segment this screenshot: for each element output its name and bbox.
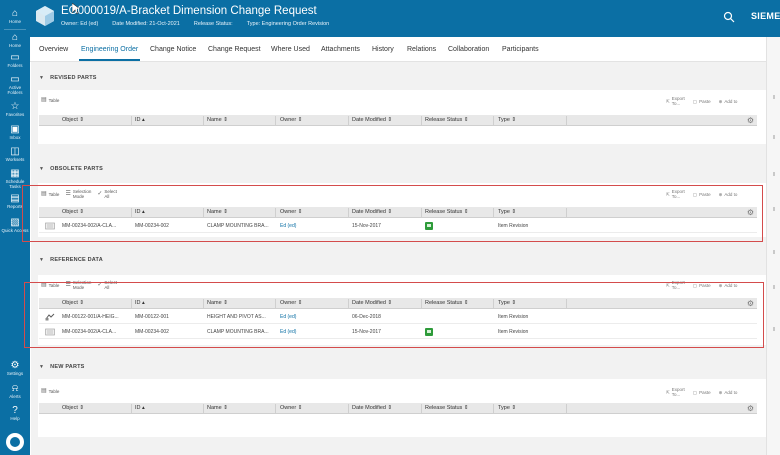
nav-divider [4,29,26,30]
tab-where-used[interactable]: Where Used [271,46,310,53]
table-view-button[interactable]: ▤ Table [41,388,59,394]
table-icon: ▤ [41,388,47,394]
column-type[interactable]: Type ⇕ [498,117,516,123]
star-icon: ☆ [10,101,20,112]
tab-collaboration[interactable]: Collaboration [448,46,489,53]
column-id[interactable]: ID ▴ [135,117,145,123]
home-icon: ⌂ [11,8,19,19]
tab-relations[interactable]: Relations [407,46,436,53]
owner-meta: Owner: Ed (ed) [61,21,99,27]
add-icon: ⊕ [718,98,723,104]
column-id[interactable]: ID ▴ [135,405,145,411]
column-name[interactable]: Name ⇕ [207,117,228,123]
workset-icon: ◫ [10,146,20,157]
bell-icon: ⍾ [11,383,19,394]
avatar[interactable] [6,433,24,451]
highlight-box [22,185,763,242]
tab-overview[interactable]: Overview [39,46,68,53]
tab-bar: Overview Engineering Order Change Notice… [30,37,766,62]
export-icon: ⇱ [666,98,670,104]
new-toolbar: ▤ Table [41,388,59,394]
section-reference-data-header[interactable]: ▼ REFERENCE DATA [39,257,103,263]
inbox-icon: ▣ [10,124,20,135]
export-button[interactable]: ⇱ Export To... [666,96,685,106]
column-settings-gear-icon[interactable]: ⚙ [747,404,754,413]
revised-parts-panel: ▤ Table ⇱ Export To... ▢ Paste ⊕ Add to Obje… [38,90,766,144]
table-view-button[interactable]: ▤ Table [41,97,59,103]
revised-toolbar-right: ⇱ Export To... ▢ Paste ⊕ Add to [666,96,737,106]
tab-participants[interactable]: Participants [502,46,539,53]
chevron-down-icon: ▼ [39,75,45,81]
paste-icon: ▢ [692,389,698,395]
tab-change-notice[interactable]: Change Notice [150,46,196,53]
revised-table-header: Object ⇕ ID ▴ Name ⇕ Owner ⇕ Date Modifi… [39,115,757,126]
nav-item-active-folders[interactable]: ▭ Active Folders [0,74,30,102]
right-rail[interactable] [766,37,780,455]
tab-change-request[interactable]: Change Request [208,46,261,53]
paste-button[interactable]: ▢ Paste [693,390,711,395]
nav-item-help[interactable]: ? Help [0,405,30,433]
tab-history[interactable]: History [372,46,394,53]
add-to-button[interactable]: ⊕ Add to [719,390,738,395]
chevron-down-icon: ▼ [39,257,45,263]
paste-button[interactable]: ▢ Paste [693,99,711,104]
column-owner[interactable]: Owner ⇕ [280,405,302,411]
page-header: EO000019/A-Bracket Dimension Change Requ… [30,0,780,37]
date-modified-meta: Date Modified: 21-Oct-2021 [112,21,180,27]
new-parts-panel: ▤ Table ⇱ Export To... ▢ Paste ⊕ Add to Obje… [38,379,766,437]
section-new-parts-header[interactable]: ▼ NEW PARTS [39,364,85,370]
column-object[interactable]: Object ⇕ [62,405,84,411]
tab-attachments[interactable]: Attachments [321,46,360,53]
new-toolbar-right: ⇱ Export To... ▢ Paste ⊕ Add to [666,387,737,397]
chevron-down-icon: ▼ [39,364,45,370]
column-name[interactable]: Name ⇕ [207,405,228,411]
highlight-box [24,282,764,348]
column-release-status[interactable]: Release Status ⇕ [425,405,468,411]
column-owner[interactable]: Owner ⇕ [280,117,302,123]
section-revised-parts-header[interactable]: ▼ REVISED PARTS [39,75,97,81]
release-status-meta: Release Status: [193,21,233,27]
gear-icon: ⚙ [10,360,20,371]
report-icon: ▤ [10,193,20,204]
export-button[interactable]: ⇱ Export To... [666,387,685,397]
column-settings-gear-icon[interactable]: ⚙ [747,116,754,125]
home-icon: ⌂ [11,32,19,43]
page-title: EO000019/A-Bracket Dimension Change Requ… [61,5,317,17]
schedule-icon: ▦ [10,168,20,179]
content-area: ▼ REVISED PARTS ▤ Table ⇱ Export To... ▢ Pas… [22,62,766,455]
column-type[interactable]: Type ⇕ [498,405,516,411]
engineering-order-icon [36,6,54,26]
active-tab-indicator [79,59,140,61]
new-table-header: Object ⇕ ID ▴ Name ⇕ Owner ⇕ Date Modifi… [39,403,757,414]
paste-icon: ▢ [692,98,698,104]
header-meta: Owner: Ed (ed) Date Modified: 21-Oct-202… [61,21,329,27]
brand-logo: SIEMENS [751,11,780,21]
revised-toolbar: ▤ Table [41,97,59,103]
quick-access-icon: ▧ [10,217,20,228]
folder-icon: ▭ [10,74,20,85]
folder-icon: ▭ [10,52,20,63]
column-object[interactable]: Object ⇕ [62,117,84,123]
table-icon: ▤ [41,97,47,103]
add-icon: ⊕ [718,389,723,395]
type-meta: Type: Engineering Order Revision [246,21,330,27]
column-date-modified[interactable]: Date Modified ⇕ [352,117,392,123]
add-to-button[interactable]: ⊕ Add to [719,99,738,104]
chevron-down-icon: ▼ [39,166,45,172]
column-date-modified[interactable]: Date Modified ⇕ [352,405,392,411]
section-obsolete-parts-header[interactable]: ▼ OBSOLETE PARTS [39,166,103,172]
app-window: ⌂ Home ⌂ Home ▭ Folders ▭ Active Folders… [0,0,780,455]
export-icon: ⇱ [666,389,670,395]
column-release-status[interactable]: Release Status ⇕ [425,117,468,123]
tab-engineering-order[interactable]: Engineering Order [81,46,138,53]
help-icon: ? [12,405,18,416]
search-icon[interactable] [723,11,735,23]
